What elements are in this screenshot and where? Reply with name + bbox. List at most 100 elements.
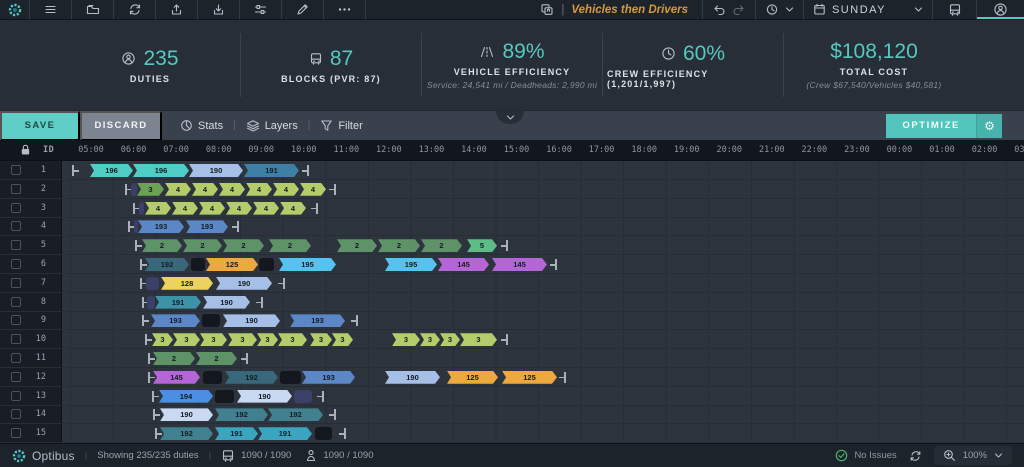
duty-block[interactable]: 190 bbox=[237, 390, 292, 403]
duty-block[interactable]: 191 bbox=[155, 296, 201, 309]
duty-block[interactable]: 193 bbox=[186, 220, 228, 233]
duty-block[interactable]: 196 bbox=[133, 164, 189, 177]
duty-block[interactable]: 192 bbox=[225, 371, 278, 384]
adjustments-button[interactable] bbox=[240, 0, 282, 19]
menu-button[interactable] bbox=[30, 0, 72, 19]
duty-block[interactable]: 191 bbox=[215, 427, 258, 440]
duty-block[interactable]: 125 bbox=[447, 371, 498, 384]
more-button[interactable] bbox=[324, 0, 366, 19]
row-checkbox[interactable] bbox=[11, 221, 21, 231]
duty-block[interactable]: 193 bbox=[290, 314, 345, 327]
row-checkbox[interactable] bbox=[11, 353, 21, 363]
duty-block[interactable] bbox=[131, 183, 137, 196]
duty-block[interactable]: 193 bbox=[302, 371, 355, 384]
duty-block[interactable]: 4 bbox=[165, 183, 191, 196]
duty-block[interactable]: 194 bbox=[159, 390, 213, 403]
refresh-icon[interactable] bbox=[909, 450, 922, 462]
duty-block[interactable]: 3 bbox=[420, 333, 440, 346]
row-checkbox[interactable] bbox=[11, 184, 21, 194]
row-checkbox[interactable] bbox=[11, 278, 21, 288]
duty-block[interactable]: 3 bbox=[257, 333, 278, 346]
duty-block[interactable]: 191 bbox=[244, 164, 299, 177]
filter-button[interactable]: Filter bbox=[320, 119, 362, 132]
duty-block[interactable]: 3 bbox=[152, 333, 173, 346]
duty-block[interactable]: 3 bbox=[173, 333, 200, 346]
duty-block[interactable]: 2 bbox=[269, 239, 311, 252]
duty-block[interactable]: 2 bbox=[223, 239, 264, 252]
issues-indicator[interactable]: No Issues bbox=[835, 449, 896, 462]
duty-block[interactable]: 3 bbox=[137, 183, 164, 196]
duty-block[interactable]: 4 bbox=[253, 202, 279, 215]
duty-block[interactable]: 4 bbox=[280, 202, 306, 215]
duty-block[interactable]: 190 bbox=[189, 164, 243, 177]
duty-block[interactable]: 195 bbox=[385, 258, 437, 271]
collapse-panel-handle[interactable] bbox=[496, 111, 524, 124]
row-checkbox[interactable] bbox=[11, 334, 21, 344]
duty-block[interactable]: 128 bbox=[161, 277, 213, 290]
duty-block[interactable]: 125 bbox=[206, 258, 258, 271]
duty-block[interactable]: 4 bbox=[172, 202, 198, 215]
duty-block[interactable]: 192 bbox=[215, 408, 268, 421]
duty-block[interactable] bbox=[134, 220, 138, 233]
duty-block[interactable]: 145 bbox=[492, 258, 547, 271]
duty-block[interactable]: 3 bbox=[440, 333, 460, 346]
row-checkbox[interactable] bbox=[11, 372, 21, 382]
duty-block[interactable]: 5 bbox=[467, 239, 497, 252]
duty-block[interactable]: 145 bbox=[153, 371, 200, 384]
duty-block[interactable]: 2 bbox=[421, 239, 462, 252]
row-checkbox[interactable] bbox=[11, 259, 21, 269]
row-checkbox[interactable] bbox=[11, 391, 21, 401]
duty-block[interactable] bbox=[315, 427, 332, 440]
duty-block[interactable]: 4 bbox=[199, 202, 225, 215]
duty-block[interactable]: 3 bbox=[332, 333, 353, 346]
duty-block[interactable]: 193 bbox=[138, 220, 184, 233]
layers-button[interactable]: Layers bbox=[246, 119, 298, 132]
duty-block[interactable]: 4 bbox=[226, 202, 252, 215]
duty-block[interactable]: 2 bbox=[142, 239, 182, 252]
optimize-settings-gear-icon[interactable]: ⚙ bbox=[976, 114, 1002, 138]
duty-block[interactable]: 2 bbox=[153, 352, 195, 365]
row-checkbox[interactable] bbox=[11, 203, 21, 213]
duty-block[interactable] bbox=[146, 277, 159, 290]
duty-block[interactable]: 192 bbox=[145, 258, 189, 271]
duty-block[interactable]: 125 bbox=[502, 371, 557, 384]
row-checkbox[interactable] bbox=[11, 297, 21, 307]
duty-block[interactable] bbox=[139, 202, 144, 215]
duty-block[interactable]: 190 bbox=[203, 296, 250, 309]
row-checkbox[interactable] bbox=[11, 240, 21, 250]
duty-block[interactable]: 191 bbox=[258, 427, 312, 440]
undo-icon[interactable] bbox=[712, 4, 726, 16]
duty-block[interactable]: 2 bbox=[337, 239, 377, 252]
day-selector[interactable]: SUNDAY bbox=[803, 0, 932, 19]
upload-button[interactable] bbox=[156, 0, 198, 19]
duty-block[interactable]: 4 bbox=[300, 183, 326, 196]
optibus-logo[interactable] bbox=[0, 0, 30, 19]
duty-block[interactable]: 2 bbox=[378, 239, 420, 252]
duty-block[interactable]: 192 bbox=[268, 408, 323, 421]
duty-block[interactable]: 3 bbox=[392, 333, 420, 346]
duty-block[interactable]: 3 bbox=[200, 333, 227, 346]
duty-block[interactable]: 4 bbox=[219, 183, 245, 196]
duty-block[interactable] bbox=[147, 296, 155, 309]
vehicles-view-tab[interactable] bbox=[932, 0, 976, 19]
copy-schedule-icon[interactable] bbox=[540, 3, 554, 16]
duty-block[interactable] bbox=[294, 390, 312, 403]
duty-block[interactable]: 196 bbox=[90, 164, 133, 177]
duty-block[interactable]: 3 bbox=[460, 333, 497, 346]
duty-block[interactable]: 2 bbox=[183, 239, 222, 252]
duty-block[interactable]: 190 bbox=[160, 408, 213, 421]
duty-block[interactable]: 3 bbox=[278, 333, 307, 346]
row-checkbox[interactable] bbox=[11, 428, 21, 438]
duty-block[interactable] bbox=[202, 314, 220, 327]
duty-block[interactable]: 193 bbox=[151, 314, 200, 327]
duty-block[interactable]: 2 bbox=[196, 352, 237, 365]
duty-block[interactable] bbox=[280, 371, 301, 384]
duty-block[interactable] bbox=[259, 258, 274, 271]
duty-block[interactable]: 4 bbox=[246, 183, 272, 196]
duty-block[interactable]: 3 bbox=[228, 333, 257, 346]
folder-button[interactable] bbox=[72, 0, 114, 19]
duty-block[interactable]: 3 bbox=[310, 333, 332, 346]
duty-block[interactable]: 4 bbox=[273, 183, 299, 196]
duty-block[interactable]: 190 bbox=[223, 314, 280, 327]
sync-button[interactable] bbox=[114, 0, 156, 19]
